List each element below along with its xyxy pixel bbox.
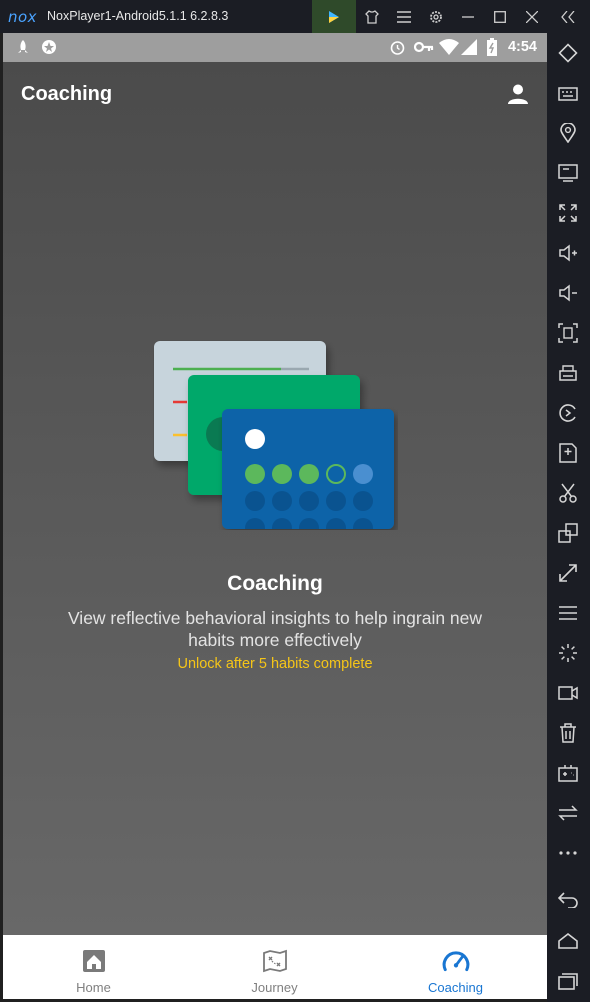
android-screen: 4:54 Coaching Coaching View reflective b… (3, 33, 547, 999)
nav-item-journey[interactable]: Journey (184, 935, 365, 999)
empty-state-description: View reflective behavioral insights to h… (67, 608, 483, 650)
keyboard-icon[interactable] (557, 82, 579, 104)
resize-icon[interactable] (557, 562, 579, 584)
home-icon (82, 950, 105, 972)
close-icon[interactable] (522, 7, 542, 27)
status-bar: 4:54 (3, 33, 547, 62)
emulator-toolbar (547, 33, 590, 1002)
location-icon[interactable] (557, 122, 579, 144)
menu-icon[interactable] (557, 602, 579, 624)
bottom-navigation: Home Journey Coaching (3, 935, 547, 999)
play-store-button[interactable] (312, 0, 356, 33)
empty-state-title: Coaching (227, 572, 323, 595)
print-icon[interactable] (557, 362, 579, 384)
app-badge-icon (42, 40, 56, 54)
emulator-window: nox NoxPlayer1-Android5.1.1 6.2.8.3 4:54… (0, 0, 590, 1002)
scissors-icon[interactable] (557, 482, 579, 504)
nav-label-journey: Journey (251, 980, 298, 995)
screenshot-icon[interactable] (557, 322, 579, 344)
page-title: Coaching (21, 83, 113, 105)
wifi-icon (439, 39, 459, 55)
volume-up-icon[interactable] (557, 242, 579, 264)
play-icon (329, 10, 339, 23)
nav-label-coaching: Coaching (428, 980, 483, 995)
nox-logo: nox (8, 8, 38, 26)
status-time: 4:54 (507, 39, 537, 55)
map-icon (262, 949, 287, 973)
collapse-sidebar-icon[interactable] (558, 7, 578, 27)
unlock-note: Unlock after 5 habits complete (177, 656, 373, 672)
signal-icon (461, 39, 477, 55)
video-icon[interactable] (557, 682, 579, 704)
back-icon[interactable] (557, 889, 579, 911)
minimize-icon[interactable] (458, 7, 478, 27)
shirt-icon[interactable] (362, 7, 382, 27)
window-title-bar: nox NoxPlayer1-Android5.1.1 6.2.8.3 (0, 0, 590, 33)
home-nav-icon[interactable] (557, 930, 579, 952)
hamburger-menu-icon[interactable] (394, 7, 414, 27)
gamepad-icon[interactable] (557, 762, 579, 784)
nav-label-home: Home (76, 980, 111, 995)
loading-icon[interactable] (557, 642, 579, 664)
speedometer-icon (442, 951, 469, 972)
nav-item-home[interactable]: Home (3, 935, 184, 999)
key-icon (414, 41, 434, 53)
sync-icon[interactable] (557, 802, 579, 824)
maximize-icon[interactable] (490, 7, 510, 27)
trash-icon[interactable] (557, 722, 579, 744)
screen-icon[interactable] (557, 162, 579, 184)
fullscreen-icon[interactable] (557, 202, 579, 224)
alarm-icon (390, 41, 405, 55)
multi-instance-icon[interactable] (557, 522, 579, 544)
coaching-illustration (154, 341, 394, 529)
window-title: NoxPlayer1-Android5.1.1 6.2.8.3 (47, 9, 229, 23)
more-icon[interactable] (557, 842, 579, 864)
profile-icon[interactable] (507, 83, 529, 105)
battery-icon (487, 38, 497, 56)
recents-icon[interactable] (557, 970, 579, 992)
record-icon[interactable] (557, 402, 579, 424)
rotate-icon[interactable] (557, 42, 579, 64)
volume-down-icon[interactable] (557, 282, 579, 304)
nav-item-coaching[interactable]: Coaching (365, 935, 546, 999)
apk-icon[interactable] (557, 442, 579, 464)
settings-gear-icon[interactable] (426, 7, 446, 27)
rocket-icon (18, 40, 28, 53)
